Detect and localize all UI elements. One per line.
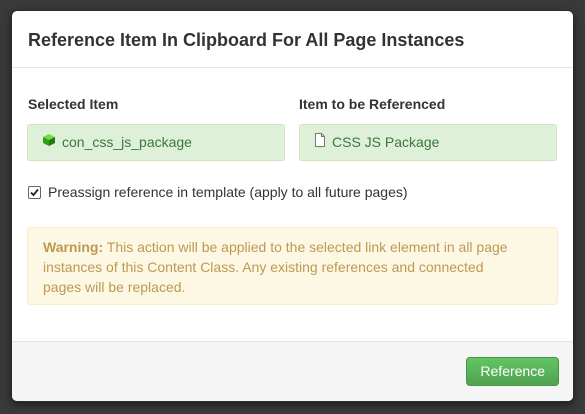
dialog-body: Selected Item Item to be Referenced con_… — [12, 68, 573, 340]
green-cube-icon — [42, 125, 56, 160]
warning-message: Warning: This action will be applied to … — [43, 237, 523, 297]
page-icon — [314, 125, 326, 160]
dialog-header: Reference Item In Clipboard For All Page… — [12, 11, 573, 68]
checkmark-icon — [30, 188, 39, 196]
dialog-title: Reference Item In Clipboard For All Page… — [28, 30, 465, 50]
dialog-footer: Reference — [12, 341, 573, 401]
item-to-reference-label: Item to be Referenced — [299, 96, 446, 112]
preassign-option[interactable]: Preassign reference in template (apply t… — [28, 184, 408, 200]
selected-item-label: Selected Item — [28, 96, 119, 112]
warning-prefix: Warning: — [43, 239, 104, 255]
warning-text: This action will be applied to the selec… — [43, 239, 508, 295]
item-to-reference-box: CSS JS Package — [299, 124, 557, 161]
selected-item-value: con_css_js_package — [62, 134, 192, 150]
reference-button[interactable]: Reference — [466, 357, 559, 386]
modal-backdrop: Reference Item In Clipboard For All Page… — [0, 0, 585, 414]
preassign-checkbox[interactable] — [28, 185, 41, 199]
item-to-reference-value: CSS JS Package — [332, 134, 440, 150]
reference-dialog: Reference Item In Clipboard For All Page… — [11, 10, 574, 402]
warning-alert: Warning: This action will be applied to … — [27, 227, 558, 305]
preassign-label[interactable]: Preassign reference in template (apply t… — [48, 184, 408, 200]
selected-item-box: con_css_js_package — [27, 124, 285, 161]
